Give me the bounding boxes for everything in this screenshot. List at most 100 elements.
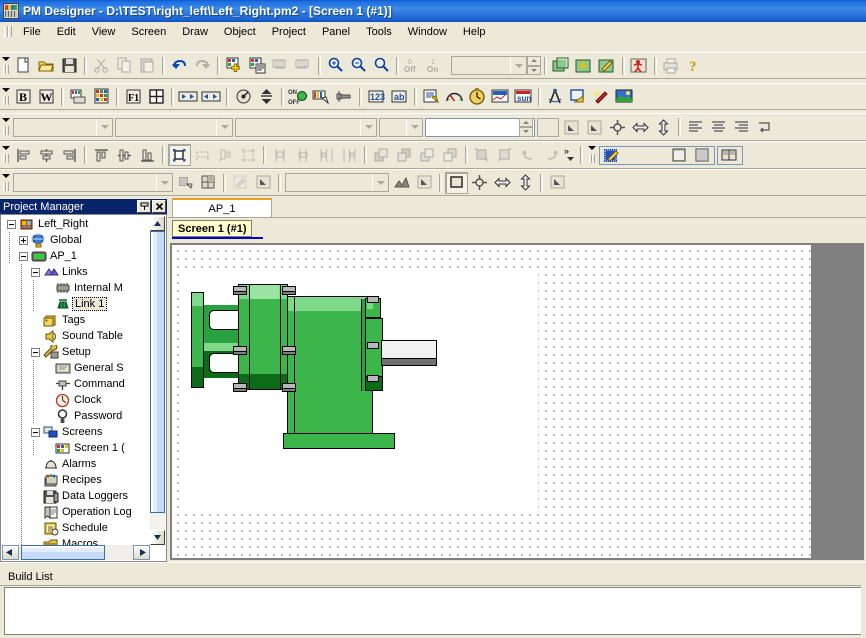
- bitmap-button[interactable]: [613, 86, 636, 108]
- expander-minus-icon[interactable]: [19, 251, 28, 261]
- extra-combo[interactable]: [379, 117, 423, 137]
- tree-item-ap1[interactable]: AP_1: [1, 248, 151, 264]
- toolbar-draw-grip[interactable]: [1, 172, 10, 194]
- line-style-button[interactable]: [229, 172, 252, 194]
- menu-draw[interactable]: Draw: [174, 24, 216, 40]
- trend-graph-button[interactable]: [489, 86, 512, 108]
- align-right-text-button[interactable]: [730, 116, 753, 138]
- stop-runtime-button[interactable]: [628, 55, 651, 77]
- library-group[interactable]: [717, 144, 743, 166]
- align-right-button[interactable]: [58, 144, 81, 166]
- rotate-right-button[interactable]: [540, 144, 563, 166]
- chevron-down-icon[interactable]: [156, 174, 172, 191]
- center-button[interactable]: [606, 116, 629, 138]
- toolbar-align-grip[interactable]: [1, 144, 10, 166]
- coord-field[interactable]: [425, 117, 535, 137]
- word-button-button[interactable]: W: [35, 86, 58, 108]
- keypad-button-button[interactable]: [90, 86, 113, 108]
- previous-screen-button[interactable]: [269, 55, 292, 77]
- size-combo[interactable]: [115, 117, 233, 137]
- menu-view[interactable]: View: [84, 24, 124, 40]
- multi-state-button[interactable]: [145, 86, 168, 108]
- library-button[interactable]: [718, 144, 741, 166]
- numeric-entry-button[interactable]: 123: [365, 86, 388, 108]
- online-edit-button[interactable]: [596, 55, 619, 77]
- fill-bucket-button[interactable]: [174, 172, 197, 194]
- add-screen-button[interactable]: [223, 55, 246, 77]
- toolbar-overflow-button[interactable]: »: [563, 144, 577, 166]
- align-vcenter-button[interactable]: [113, 144, 136, 166]
- ungroup-objects-button[interactable]: [494, 144, 517, 166]
- screen-button-button[interactable]: [67, 86, 90, 108]
- step-button-button[interactable]: [177, 86, 200, 108]
- state-combo[interactable]: [451, 56, 527, 75]
- align-left-button[interactable]: [12, 144, 35, 166]
- tree-item-left-right[interactable]: Left_Right: [1, 216, 151, 232]
- text-input-button[interactable]: [420, 86, 443, 108]
- bring-forward-button[interactable]: [416, 144, 439, 166]
- screen-canvas-wrapper[interactable]: [170, 243, 864, 560]
- scroll-right-button[interactable]: [133, 545, 150, 560]
- coord-spinner[interactable]: [519, 117, 533, 137]
- expander-minus-icon[interactable]: [31, 347, 40, 357]
- state-on-button[interactable]: 1 On: [425, 55, 448, 77]
- style-combo[interactable]: [235, 117, 377, 137]
- next-screen-button[interactable]: [292, 55, 315, 77]
- toolbar-standard-grip[interactable]: [1, 55, 10, 77]
- tree-item-global[interactable]: Global: [1, 232, 151, 248]
- build-list-body[interactable]: [4, 587, 862, 635]
- size-to-fit-button[interactable]: [237, 144, 260, 166]
- tree-item-data-loggers[interactable]: Data Loggers: [1, 488, 151, 504]
- updown-button[interactable]: [255, 86, 278, 108]
- clock-display-button[interactable]: [466, 86, 489, 108]
- tree-item-internal-memory[interactable]: Internal M: [1, 280, 151, 296]
- tab-ap-1[interactable]: AP_1: [172, 198, 272, 218]
- tree-item-password[interactable]: Password: [1, 408, 151, 424]
- scroll-track-vertical[interactable]: [150, 513, 165, 530]
- tree-item-command[interactable]: Command: [1, 376, 151, 392]
- menu-file[interactable]: File: [15, 24, 49, 40]
- project-tree-body[interactable]: Left_Right Global AP_1 Links Internal M …: [0, 214, 167, 562]
- zoom-button[interactable]: [370, 55, 393, 77]
- group-selected-button[interactable]: [168, 144, 191, 166]
- zoom-out-button[interactable]: [347, 55, 370, 77]
- chevron-down-icon[interactable]: [360, 118, 376, 136]
- line-width-button[interactable]: [252, 172, 275, 194]
- center-target-button[interactable]: [468, 172, 491, 194]
- open-button[interactable]: [35, 55, 58, 77]
- tree-item-operation-log[interactable]: Operation Log: [1, 504, 151, 520]
- toolbar-objects-grip[interactable]: [1, 86, 10, 108]
- border-style-button[interactable]: [413, 172, 436, 194]
- chevron-down-icon[interactable]: [372, 174, 388, 191]
- shape-combo[interactable]: [13, 173, 173, 192]
- download-button[interactable]: [573, 55, 596, 77]
- tree-item-setup[interactable]: Setup: [1, 343, 151, 360]
- tree-item-screens[interactable]: Screens: [1, 424, 151, 440]
- pattern-picker-button[interactable]: [546, 172, 569, 194]
- cut-button[interactable]: [90, 55, 113, 77]
- align-left-text-button[interactable]: [684, 116, 707, 138]
- tree-item-tags[interactable]: Tags: [1, 312, 151, 328]
- height-arrows-button[interactable]: [514, 172, 537, 194]
- screen-grid[interactable]: [172, 245, 811, 558]
- new-button[interactable]: [12, 55, 35, 77]
- save-button[interactable]: [58, 55, 81, 77]
- character-entry-button[interactable]: ab: [388, 86, 411, 108]
- rotate-left-button[interactable]: [517, 144, 540, 166]
- menu-object[interactable]: Object: [216, 24, 264, 40]
- wrap-text-button[interactable]: [753, 116, 776, 138]
- chevron-down-icon[interactable]: [96, 118, 112, 136]
- scroll-thumb-vertical[interactable]: [150, 231, 165, 513]
- tool-group-left[interactable]: [599, 144, 715, 166]
- effects-button[interactable]: [590, 86, 613, 108]
- menu-help[interactable]: Help: [455, 24, 494, 40]
- tag-editor-button[interactable]: [600, 144, 623, 166]
- tree-item-clock[interactable]: Clock: [1, 392, 151, 408]
- flip-vertical-button[interactable]: [652, 116, 675, 138]
- shape-button[interactable]: [567, 86, 590, 108]
- screen-properties-button[interactable]: [246, 55, 269, 77]
- motor-gearbox-graphic[interactable]: [183, 272, 538, 510]
- panel-layout-button[interactable]: [668, 144, 691, 166]
- expander-minus-icon[interactable]: [31, 267, 40, 277]
- make-same-size-button[interactable]: [214, 144, 237, 166]
